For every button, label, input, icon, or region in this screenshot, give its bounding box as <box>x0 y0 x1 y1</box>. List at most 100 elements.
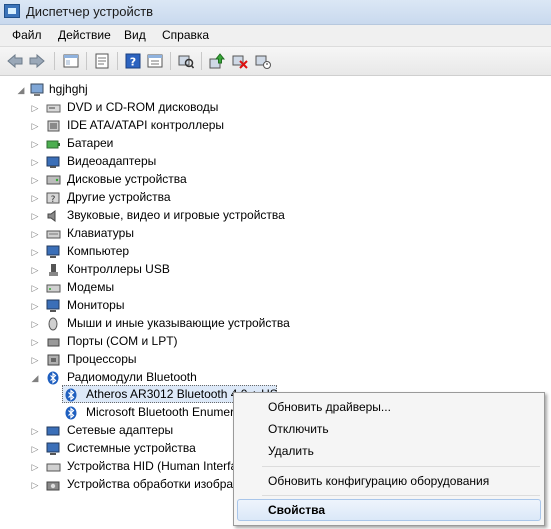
expanded-caret-icon[interactable]: ◢ <box>30 369 40 387</box>
menu-item-update-drivers[interactable]: Обновить драйверы... <box>268 400 391 414</box>
tree-root-label: hgjhghj <box>49 82 88 96</box>
category-label: Батареи <box>67 136 114 150</box>
tree-category[interactable]: ▷ Модемы <box>30 279 330 297</box>
device-item[interactable]: Microsoft Bluetooth Enumerator <box>64 404 234 422</box>
toolbar-separator <box>170 52 171 70</box>
mouse-icon <box>46 317 61 331</box>
tree-category[interactable]: ▷ Видеоадаптеры <box>30 153 330 171</box>
collapsed-caret-icon[interactable]: ▷ <box>30 225 40 243</box>
tree-category[interactable]: ▷ IDE ATA/ATAPI контроллеры <box>30 117 330 135</box>
window-title: Диспетчер устройств <box>26 4 154 19</box>
tree-category[interactable]: ▷ Процессоры <box>30 351 330 369</box>
usb-icon <box>46 263 61 277</box>
collapsed-caret-icon[interactable]: ▷ <box>30 297 40 315</box>
tree-category[interactable]: ▷ Устройства HID (Human Interface Device… <box>30 458 233 476</box>
collapsed-caret-icon[interactable]: ▷ <box>30 333 40 351</box>
tree-category[interactable]: ▷ Устройства обработки изображений <box>30 476 233 494</box>
menu-separator <box>262 466 540 467</box>
collapsed-caret-icon[interactable]: ▷ <box>30 440 40 458</box>
menu-item-properties[interactable]: Свойства <box>268 503 325 517</box>
collapsed-caret-icon[interactable]: ▷ <box>30 135 40 153</box>
back-arrow-icon[interactable] <box>6 52 24 70</box>
collapsed-caret-icon[interactable]: ▷ <box>30 243 40 261</box>
tree-root[interactable]: ◢ hgjhghj <box>16 81 216 99</box>
tree-category[interactable]: ▷ Системные устройства <box>30 440 230 458</box>
collapsed-caret-icon[interactable]: ▷ <box>30 207 40 225</box>
collapsed-caret-icon[interactable]: ▷ <box>30 261 40 279</box>
forward-arrow-icon[interactable] <box>28 52 46 70</box>
device-label: Microsoft Bluetooth Enumerator <box>86 405 234 419</box>
tree-category[interactable]: ▷ Батареи <box>30 135 330 153</box>
collapsed-caret-icon[interactable]: ▷ <box>30 458 40 476</box>
toolbar-separator <box>86 52 87 70</box>
tree-category[interactable]: ▷ Порты (COM и LPT) <box>30 333 330 351</box>
collapsed-caret-icon[interactable]: ▷ <box>30 422 40 440</box>
category-label: Сетевые адаптеры <box>67 423 174 437</box>
collapsed-caret-icon[interactable]: ▷ <box>30 99 40 117</box>
computer-icon <box>46 245 61 259</box>
category-label: Мыши и иные указывающие устройства <box>67 316 290 330</box>
update-driver-icon[interactable] <box>208 52 226 70</box>
toolbar: ? <box>0 47 551 76</box>
category-label: Компьютер <box>67 244 130 258</box>
menu-view[interactable]: Вид <box>124 28 146 42</box>
toolbar-separator <box>117 52 118 70</box>
disk-drive-icon <box>46 173 61 187</box>
monitor-icon <box>46 299 61 313</box>
category-label: IDE ATA/ATAPI контроллеры <box>67 118 225 132</box>
menu-file[interactable]: Файл <box>12 28 42 42</box>
menu-help[interactable]: Справка <box>162 28 209 42</box>
help-icon[interactable]: ? <box>124 52 142 70</box>
category-label: Радиомодули Bluetooth <box>67 370 197 384</box>
category-label: Устройства HID (Human Interface Devices) <box>67 459 233 473</box>
disable-device-icon[interactable] <box>231 52 249 70</box>
category-label: Порты (COM и LPT) <box>67 334 178 348</box>
context-menu: Обновить драйверы... Отключить Удалить О… <box>233 392 545 526</box>
category-label: Видеоадаптеры <box>67 154 157 168</box>
hid-icon <box>46 460 61 474</box>
menu-item-scan-hardware[interactable]: Обновить конфигурацию оборудования <box>268 474 489 488</box>
scan-hardware-icon[interactable] <box>177 52 195 70</box>
collapsed-caret-icon[interactable]: ▷ <box>30 171 40 189</box>
collapsed-caret-icon[interactable]: ▷ <box>30 351 40 369</box>
toolbar-separator <box>201 52 202 70</box>
menu-item-uninstall[interactable]: Удалить <box>268 444 314 458</box>
tree-category[interactable]: ▷ Звуковые, видео и игровые устройства <box>30 207 350 225</box>
collapsed-caret-icon[interactable]: ▷ <box>30 315 40 333</box>
show-hide-tree-icon[interactable] <box>62 52 80 70</box>
tree-category[interactable]: ▷ Сетевые адаптеры <box>30 422 230 440</box>
bluetooth-icon <box>64 388 79 402</box>
category-label: Модемы <box>67 280 115 294</box>
battery-icon <box>46 137 61 151</box>
collapsed-caret-icon[interactable]: ▷ <box>30 189 40 207</box>
keyboard-icon <box>46 227 61 241</box>
tree-category[interactable]: ▷ Мыши и иные указывающие устройства <box>30 315 350 333</box>
tree-category[interactable]: ▷ Клавиатуры <box>30 225 330 243</box>
category-label: Дисковые устройства <box>67 172 187 186</box>
tree-category[interactable]: ▷ DVD и CD-ROM дисководы <box>30 99 330 117</box>
tree-category[interactable]: ▷ Мониторы <box>30 297 330 315</box>
title-bar: Диспетчер устройств <box>0 0 551 25</box>
category-label: Звуковые, видео и игровые устройства <box>67 208 285 222</box>
collapsed-caret-icon[interactable]: ▷ <box>30 117 40 135</box>
port-icon <box>46 335 61 349</box>
tree-category[interactable]: ▷ Дисковые устройства <box>30 171 330 189</box>
tree-category[interactable]: ▷ Контроллеры USB <box>30 261 330 279</box>
display-adapter-icon <box>46 155 61 169</box>
collapsed-caret-icon[interactable]: ▷ <box>30 476 40 494</box>
tree-category[interactable]: ▷ Компьютер <box>30 243 330 261</box>
unknown-device-icon: ? <box>46 191 61 205</box>
properties-icon[interactable] <box>93 52 111 70</box>
tree-category[interactable]: ▷ ? Другие устройства <box>30 189 330 207</box>
uninstall-device-icon[interactable] <box>254 52 272 70</box>
category-label: Мониторы <box>67 298 125 312</box>
expanded-caret-icon[interactable]: ◢ <box>16 81 26 99</box>
category-label: Устройства обработки изображений <box>67 477 233 491</box>
menu-action[interactable]: Действие <box>58 28 111 42</box>
device-manager-icon <box>4 4 20 18</box>
list-view-icon[interactable] <box>146 52 164 70</box>
collapsed-caret-icon[interactable]: ▷ <box>30 153 40 171</box>
collapsed-caret-icon[interactable]: ▷ <box>30 279 40 297</box>
category-label: Контроллеры USB <box>67 262 170 276</box>
menu-item-disable[interactable]: Отключить <box>268 422 329 436</box>
